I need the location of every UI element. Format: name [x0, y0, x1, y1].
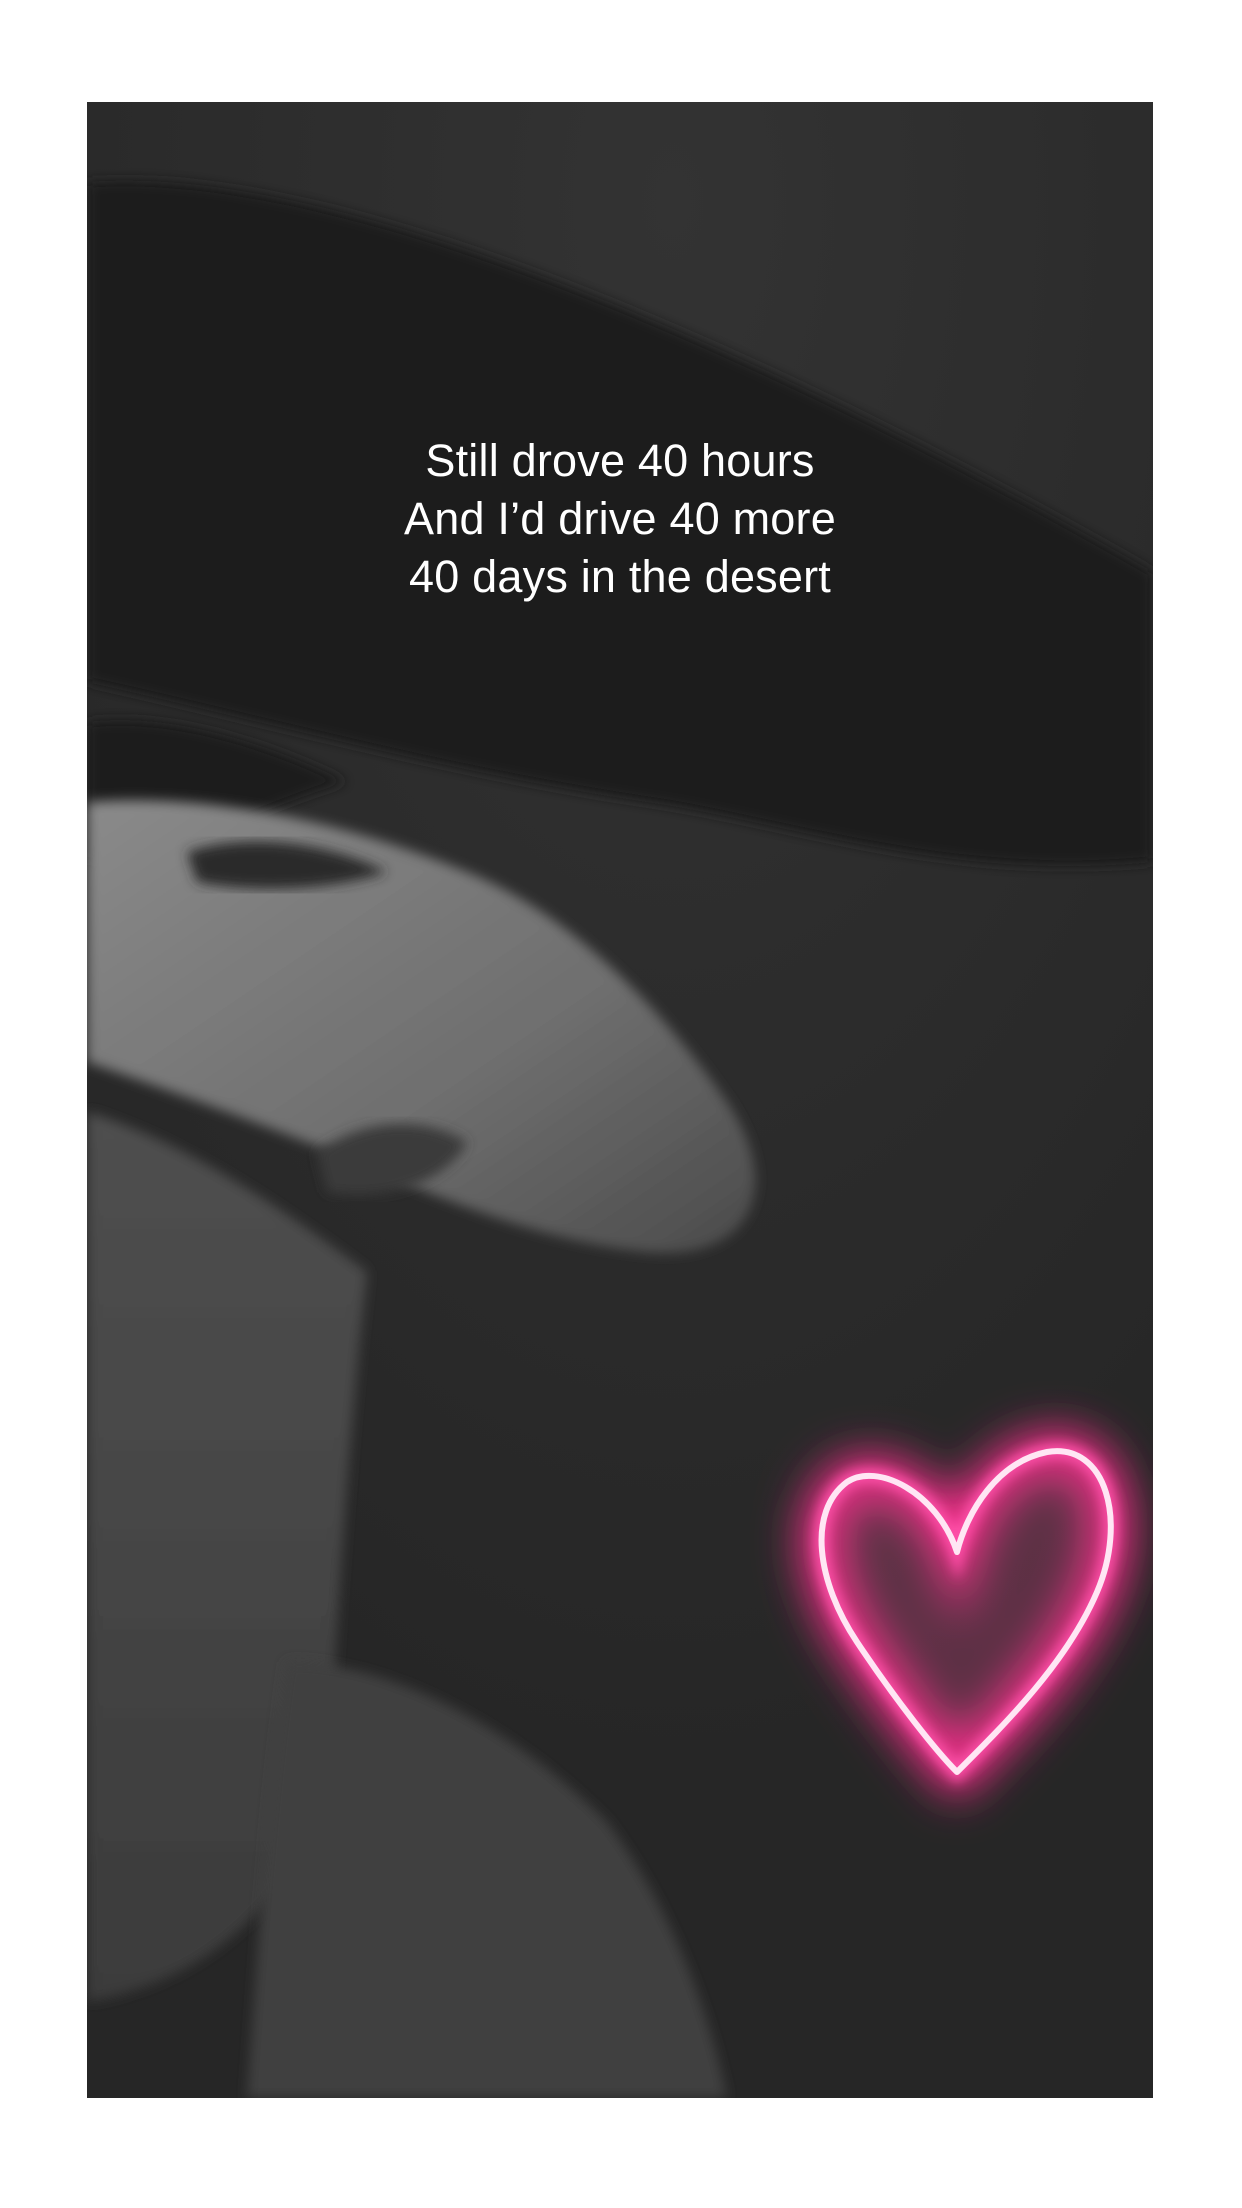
- neon-heart-icon[interactable]: [747, 1372, 1153, 1852]
- caption-line-1: Still drove 40 hours: [425, 435, 815, 486]
- story-page: Still drove 40 hours And I’d drive 40 mo…: [0, 0, 1242, 2208]
- caption-line-3: 40 days in the desert: [409, 551, 831, 602]
- caption-line-2: And I’d drive 40 more: [404, 493, 836, 544]
- story-frame[interactable]: Still drove 40 hours And I’d drive 40 mo…: [87, 102, 1153, 2098]
- story-caption[interactable]: Still drove 40 hours And I’d drive 40 mo…: [87, 432, 1153, 606]
